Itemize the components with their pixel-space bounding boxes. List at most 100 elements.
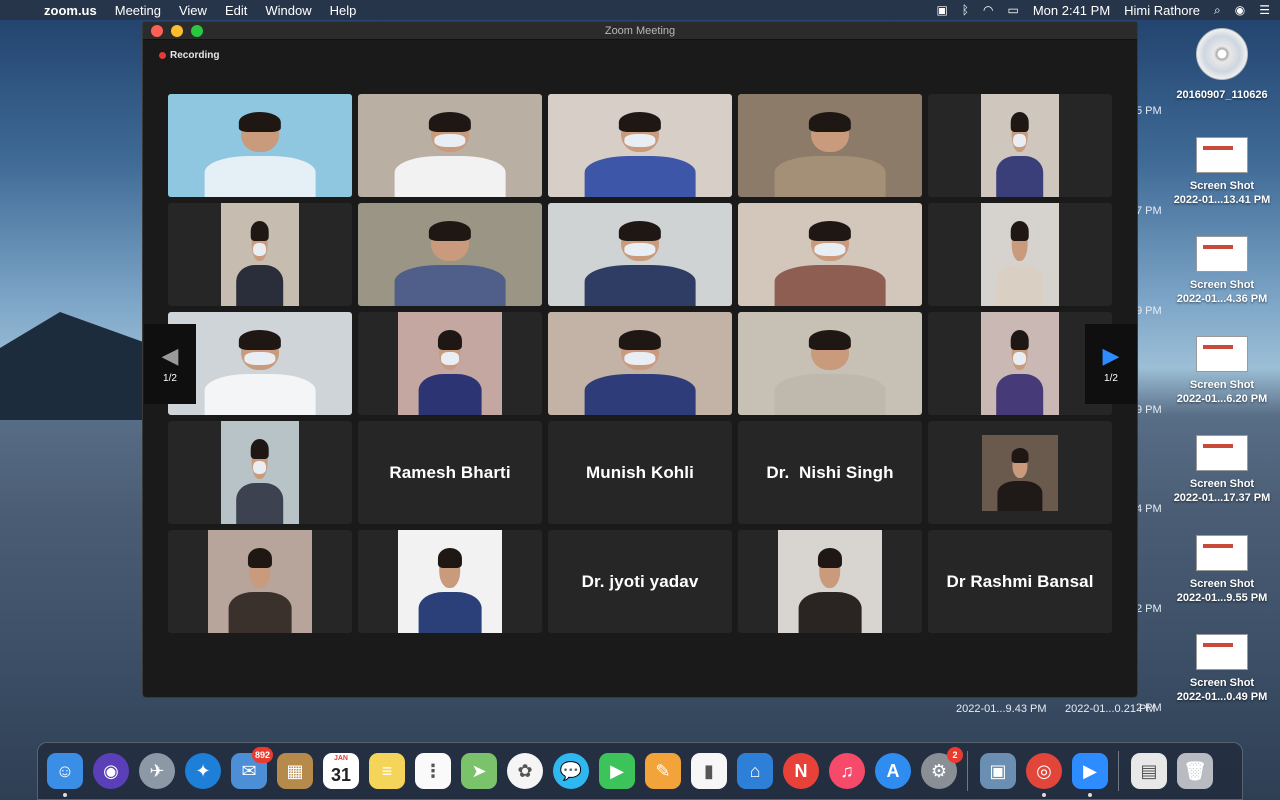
participant-tile-video[interactable] [928,421,1112,524]
participant-tile-video[interactable] [168,530,352,633]
dock-glyph: ⚙ [930,760,948,781]
system-preferences-icon[interactable]: ⚙ 2 [921,747,963,789]
desktop-screenshot-file[interactable]: Screen Shot 2022-01...13.41 PM [1168,137,1276,207]
participant-hair [1011,329,1029,351]
desktop-screenshot-file[interactable]: Screen Shot 2022-01...0.49 PM [1168,634,1276,704]
zoom-icon[interactable]: ▶ [1072,753,1108,797]
siri-menu-icon[interactable]: ◉ [1235,3,1245,17]
file-name: Screen Shot [1189,279,1255,291]
participant-tile-video[interactable] [168,94,352,197]
documents-stack-icon[interactable]: ▤ [1131,753,1167,789]
participant-video [168,94,352,197]
participant-tile-video[interactable] [738,312,922,415]
spotlight-search-icon[interactable]: ⌕ [1214,3,1221,18]
mail-icon[interactable]: ✉ 892 [231,747,273,789]
recording-indicator[interactable]: Recording [159,50,219,61]
window-close-button[interactable] [151,24,163,37]
participant-figure [584,322,696,415]
file-name-date: 2022-01...4.36 PM [1176,293,1268,305]
desktop-screenshot-file[interactable]: Screen Shot 2022-01...9.55 PM [1168,535,1276,605]
notes-icon[interactable]: ≡ [369,753,405,789]
maps-icon[interactable]: ➤ [461,753,497,789]
numbers-icon[interactable]: ▮ [691,753,727,789]
finder-icon[interactable]: ☺ [47,753,83,797]
calendar-icon[interactable]: JAN 31 [323,753,359,789]
participant-tile-video[interactable] [548,203,732,306]
participant-video [398,312,502,415]
desktop-partial-label: 9 PM [1136,404,1162,416]
zoom-status-icon[interactable]: ▣ [936,3,947,17]
facetime-icon[interactable]: ▶ [599,753,635,789]
participant-video [982,435,1058,511]
desktop-screenshot-file[interactable]: Screen Shot 2022-01...4.36 PM [1168,236,1276,306]
app-store-icon[interactable]: A [875,753,911,789]
previous-page-button[interactable]: ◀ 1/2 [144,324,196,404]
participant-tile-video[interactable] [738,94,922,197]
screenshot-thumbnail-icon [1196,634,1248,670]
window-maximize-button[interactable] [191,24,203,37]
menu-view[interactable]: View [179,3,207,18]
participant-tile-name[interactable]: Munish Kohli [548,421,732,524]
window-titlebar[interactable]: Zoom Meeting [143,22,1137,40]
screenshot-thumbnail-icon [1196,535,1248,571]
menu-window[interactable]: Window [265,3,311,18]
menu-edit[interactable]: Edit [225,3,247,18]
participant-tile-video[interactable] [548,312,732,415]
participant-tile-name[interactable]: Ramesh Bharti [358,421,542,524]
preview-icon[interactable]: ▣ [980,753,1016,789]
desktop-bottom-label[interactable]: 2022-01...9.43 PM [956,703,1047,715]
participant-figure [204,104,316,197]
participant-figure [584,104,696,197]
menu-app-name[interactable]: zoom.us [44,3,97,18]
participant-tile-video[interactable] [738,530,922,633]
participant-video [738,203,922,306]
news-icon[interactable]: N [783,753,819,789]
dock-glyph: 💬 [559,760,583,781]
notification-center-icon[interactable]: ☰ [1259,3,1270,17]
desktop-bottom-label[interactable]: 2022-01...0.21 PM [1065,703,1156,715]
participant-tile-name[interactable]: Dr. Nishi Singh [738,421,922,524]
file-name: Screen Shot [1189,578,1255,590]
siri-icon[interactable]: ◉ [93,753,129,789]
trash-icon[interactable]: 🗑 [1177,753,1213,789]
photos-icon[interactable]: ✿ [507,753,543,789]
desktop-screenshot-file[interactable]: Screen Shot 2022-01...17.37 PM [1168,435,1276,505]
battery-icon[interactable]: ▭ [1007,3,1018,17]
contacts-icon[interactable]: ▦ [277,753,313,789]
pages-icon[interactable]: ✎ [645,753,681,789]
participant-tile-video[interactable] [548,94,732,197]
menu-bar-clock[interactable]: Mon 2:41 PM [1033,3,1110,18]
participant-tile-video[interactable] [168,421,352,524]
participant-tile-video[interactable] [168,203,352,306]
participant-tile-video[interactable] [738,203,922,306]
wifi-icon[interactable]: ◠ [983,3,993,17]
menu-help[interactable]: Help [330,3,357,18]
reminders-icon[interactable]: ⋮ [415,753,451,789]
chrome-icon[interactable]: ◎ [1026,753,1062,797]
desktop-screenshot-file[interactable]: Screen Shot 2022-01...6.20 PM [1168,336,1276,406]
next-page-button[interactable]: ▶ 1/2 [1085,324,1137,404]
participant-tile-video[interactable] [358,530,542,633]
window-minimize-button[interactable] [171,24,183,37]
participant-body [584,156,696,197]
participant-tile-video[interactable] [928,94,1112,197]
participant-name: Dr. jyoti yadav [581,571,699,591]
participant-tile-video[interactable] [358,94,542,197]
participant-tile-video[interactable] [358,203,542,306]
participant-tile-name[interactable]: Dr Rashmi Bansal [928,530,1112,633]
participant-tile-video[interactable] [358,312,542,415]
menu-meeting[interactable]: Meeting [115,3,161,18]
keynote-icon[interactable]: ⌂ [737,753,773,789]
participant-hair [438,329,462,351]
participant-tile-name[interactable]: Dr. jyoti yadav [548,530,732,633]
desktop-disc-image[interactable]: 20160907_110626 [1168,28,1276,102]
participant-figure [996,322,1044,415]
participant-body [394,265,506,306]
messages-icon[interactable]: 💬 [553,753,589,789]
participant-hair [619,111,661,133]
participant-tile-video[interactable] [928,203,1112,306]
bluetooth-icon[interactable]: ᛒ [962,3,969,17]
music-icon[interactable]: ♫ [829,753,865,789]
safari-icon[interactable]: ✦ [185,753,221,789]
launchpad-icon[interactable]: ✈ [139,753,175,789]
